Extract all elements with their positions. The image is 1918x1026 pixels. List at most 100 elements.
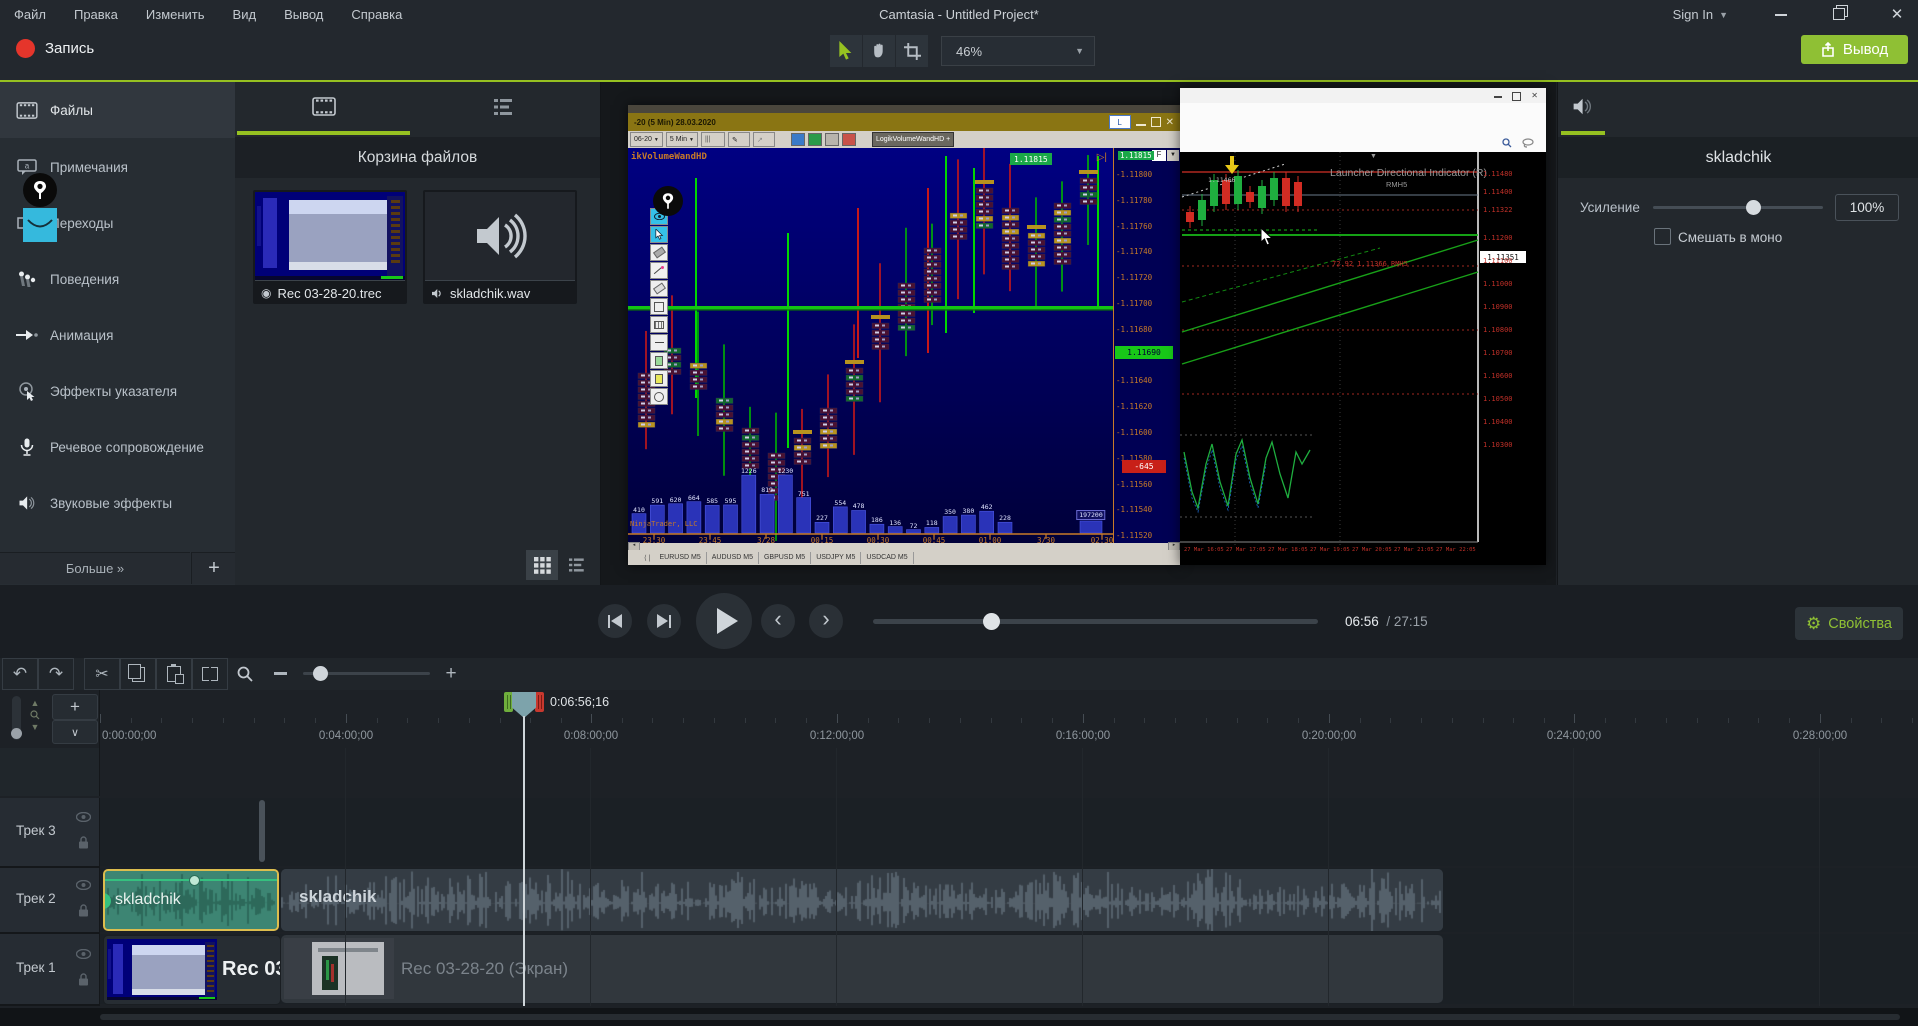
sidebar-item-7[interactable]: Речевое сопровождение bbox=[0, 419, 235, 475]
close-icon[interactable]: ✕ bbox=[1890, 7, 1904, 21]
playhead-line[interactable] bbox=[523, 716, 525, 1006]
menu-Справка[interactable]: Справка bbox=[337, 0, 416, 29]
track-height-handle[interactable] bbox=[11, 728, 22, 739]
eye-icon[interactable] bbox=[76, 949, 91, 959]
eye-icon[interactable] bbox=[76, 812, 91, 822]
redo-button[interactable]: ↷ bbox=[38, 658, 74, 690]
clip-rec-screen[interactable]: Rec 03-28-20 (Экран) bbox=[281, 935, 1443, 1003]
step-back-button[interactable] bbox=[598, 604, 632, 638]
volume-value: 380 bbox=[963, 507, 975, 515]
sidebar-item-1[interactable]: Файлы bbox=[0, 82, 235, 138]
add-media-button[interactable]: + bbox=[191, 552, 236, 584]
mouse-cursor bbox=[1260, 228, 1273, 246]
ruler-major-tick bbox=[1083, 714, 1084, 723]
track-gridline bbox=[345, 748, 346, 1006]
copy-button[interactable] bbox=[120, 658, 156, 690]
pan-tool-button[interactable] bbox=[863, 35, 895, 67]
menu-Вид[interactable]: Вид bbox=[219, 0, 271, 29]
ruler-minor-tick bbox=[1635, 718, 1636, 723]
pin-cursor-overlay bbox=[653, 186, 683, 216]
zoom-arrows-icon: ▲ ▼ bbox=[28, 698, 42, 738]
export-button[interactable]: Вывод bbox=[1801, 35, 1908, 64]
sidebar-more-button[interactable]: Больше » bbox=[0, 552, 190, 584]
ruler-label: 0:12:00;00 bbox=[810, 730, 864, 742]
clip-label: skladchik bbox=[115, 891, 181, 909]
playhead-time-label: 0:06:56;16 bbox=[550, 695, 609, 709]
mono-checkbox[interactable] bbox=[1654, 228, 1671, 245]
next-clip-button[interactable]: › bbox=[809, 604, 843, 638]
eye-icon[interactable] bbox=[76, 880, 91, 890]
list-icon bbox=[494, 98, 516, 116]
sidebar-item-6[interactable]: Эффекты указателя bbox=[0, 363, 235, 419]
menu-Файл[interactable]: Файл bbox=[0, 0, 60, 29]
cut-button[interactable]: ✂ bbox=[84, 658, 120, 690]
crop-tool-button[interactable] bbox=[896, 35, 928, 67]
ruler-label: 0:08:00;00 bbox=[564, 730, 618, 742]
menu-Изменить[interactable]: Изменить bbox=[132, 0, 219, 29]
media-item-recording[interactable]: ◉ Rec 03-28-20.trec bbox=[253, 190, 407, 304]
sidebar-item-5[interactable]: Анимация bbox=[0, 307, 235, 363]
timeline-ruler[interactable]: 0:00:00;000:04:00;000:08:00;000:12:00;00… bbox=[99, 690, 1918, 748]
chart-window-titlebar: -20 (5 Min) 28.03.2020 L ✕ bbox=[628, 113, 1180, 131]
clip-rec-selected-part[interactable]: Rec 03 bbox=[103, 935, 281, 1005]
timeline-zoom-handle[interactable] bbox=[313, 666, 328, 681]
ruler-minor-tick bbox=[192, 718, 193, 723]
clip-skladchik-rest[interactable]: skladchik bbox=[281, 869, 1443, 931]
clip-skladchik-selected[interactable]: skladchik bbox=[103, 869, 279, 931]
minimize-button[interactable] bbox=[1774, 8, 1788, 22]
chart-h-scrollbar: ◂ ▸ bbox=[628, 543, 1180, 550]
menu-Вывод[interactable]: Вывод bbox=[270, 0, 337, 29]
gain-handle[interactable] bbox=[189, 875, 200, 886]
sidebar-item-label: Примечания bbox=[50, 160, 128, 175]
select-tool-button[interactable] bbox=[830, 35, 862, 67]
canvas-zoom-dropdown[interactable]: 46% ▼ bbox=[941, 36, 1095, 66]
instrument-tab: EURUSD M5 bbox=[655, 552, 707, 564]
record-button[interactable]: Запись bbox=[16, 39, 94, 58]
volume-value: 228 bbox=[999, 514, 1011, 522]
lock-icon[interactable] bbox=[78, 973, 89, 986]
step-forward-button[interactable] bbox=[647, 604, 681, 638]
sign-in-menu[interactable]: Sign In▼ bbox=[1673, 0, 1728, 29]
tab-media-bin[interactable] bbox=[237, 82, 410, 135]
tab-library[interactable] bbox=[412, 82, 598, 131]
speaker-icon bbox=[1572, 97, 1594, 116]
track-options-button[interactable]: ∨ bbox=[52, 720, 98, 744]
ruler-minor-tick bbox=[469, 718, 470, 723]
ruler-minor-tick bbox=[1452, 718, 1453, 723]
menu-Правка[interactable]: Правка bbox=[60, 0, 132, 29]
gain-slider-handle[interactable] bbox=[1746, 200, 1761, 215]
paste-button[interactable] bbox=[156, 658, 192, 690]
grid-view-button[interactable] bbox=[526, 550, 558, 580]
horizontal-scrollbar[interactable] bbox=[100, 1014, 1900, 1020]
play-button[interactable] bbox=[696, 593, 752, 649]
lock-icon[interactable] bbox=[78, 836, 89, 849]
media-item-audio[interactable]: skladchik.wav bbox=[423, 190, 577, 304]
list-icon bbox=[569, 557, 587, 573]
sidebar-item-8[interactable]: Звуковые эффекты bbox=[0, 475, 235, 531]
gain-slider[interactable] bbox=[1653, 206, 1823, 209]
sidebar-item-4[interactable]: Поведения bbox=[0, 251, 235, 307]
scrub-slider[interactable] bbox=[873, 619, 1318, 624]
gain-value-box[interactable]: 100% bbox=[1835, 194, 1899, 221]
volume-value: 350 bbox=[944, 508, 956, 516]
cursor-icon bbox=[838, 41, 854, 61]
split-button[interactable] bbox=[192, 658, 228, 690]
tab-audio-properties[interactable] bbox=[1561, 82, 1605, 135]
undo-button[interactable]: ↶ bbox=[2, 658, 38, 690]
list-view-button[interactable] bbox=[562, 550, 594, 580]
restore-button[interactable] bbox=[1832, 7, 1846, 21]
zoom-in-button[interactable]: + bbox=[442, 662, 460, 686]
add-track-button[interactable]: + bbox=[52, 694, 98, 720]
volume-value: 751 bbox=[798, 490, 810, 498]
properties-button[interactable]: ⚙ Свойства bbox=[1795, 607, 1903, 640]
volume-total: 197200 bbox=[1076, 510, 1105, 520]
preview-canvas[interactable]: 32065207- RoboForex Pro 2 - [EURUSD M5] … bbox=[601, 82, 1556, 585]
prev-clip-button[interactable]: ‹ bbox=[761, 604, 795, 638]
playhead[interactable] bbox=[504, 692, 544, 718]
titlebar: ФайлПравкаИзменитьВидВыводСправка Camtas… bbox=[0, 0, 1918, 29]
clip-label: Rec 03 bbox=[222, 958, 281, 981]
scrub-slider-handle[interactable] bbox=[983, 613, 1000, 630]
zoom-out-button[interactable] bbox=[274, 672, 287, 675]
lock-icon[interactable] bbox=[78, 904, 89, 917]
track-gridline bbox=[836, 748, 837, 1006]
